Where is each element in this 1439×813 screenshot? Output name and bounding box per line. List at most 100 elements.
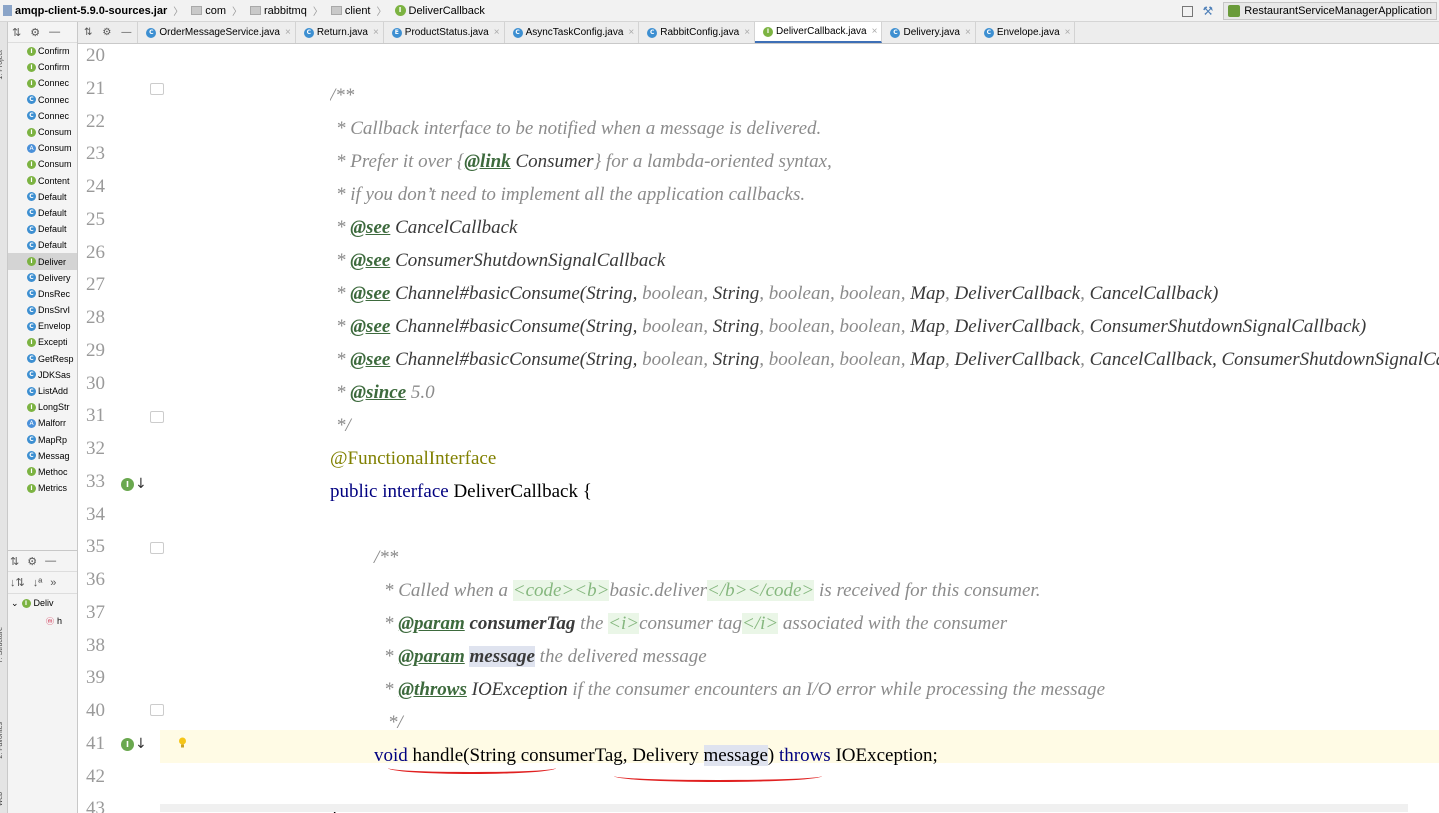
tab-envelope[interactable]: C Envelope.java × — [976, 22, 1076, 43]
code-line-22: * Callback interface to be notified when… — [336, 118, 822, 139]
breadcrumb-separator: 〉 — [312, 7, 323, 18]
tree-item[interactable]: A Malforr — [8, 415, 77, 431]
close-icon[interactable]: × — [285, 27, 291, 38]
tab-ordermessageservice[interactable]: C OrderMessageService.java × — [138, 22, 296, 43]
tree-item[interactable]: I Connec — [8, 75, 77, 91]
tool-window-stripe: 1: Project 7: Structure 2: Favorites Web — [0, 22, 8, 813]
tree-item[interactable]: C Connec — [8, 92, 77, 108]
annotation-underline — [614, 770, 822, 782]
tree-item[interactable]: I Consum — [8, 156, 77, 172]
split-icon[interactable]: ⇅ — [84, 27, 92, 38]
tab-return[interactable]: C Return.java × — [296, 22, 384, 43]
tree-item[interactable]: I Excepti — [8, 334, 77, 350]
toolbar-right: ⚒ RestaurantServiceManagerApplication — [1181, 2, 1437, 20]
interface-icon: I — [27, 127, 36, 137]
implemented-marker[interactable]: I ↓ — [121, 476, 147, 492]
line-number: 36 — [86, 569, 105, 590]
hammer-icon[interactable]: ⚒ — [1203, 4, 1214, 18]
tab-rabbitconfig[interactable]: C RabbitConfig.java × — [639, 22, 756, 43]
class-icon: C — [27, 321, 36, 331]
breadcrumb-separator: 〉 — [232, 7, 243, 18]
hide-icon[interactable]: — — [49, 26, 60, 38]
tab-delivery[interactable]: C Delivery.java × — [882, 22, 976, 43]
tree-item[interactable]: C GetResp — [8, 351, 77, 367]
code-line-27: * @see Channel#basicConsume(String, bool… — [336, 283, 1219, 304]
class-icon: C — [27, 240, 36, 250]
tree-item[interactable]: C DnsRec — [8, 286, 77, 302]
tree-item[interactable]: I LongStr — [8, 399, 77, 415]
structure-interface-node[interactable]: ⌄ I Deliv — [8, 594, 77, 612]
tree-item[interactable]: C MapRp — [8, 432, 77, 448]
close-icon[interactable]: × — [373, 27, 379, 38]
tab-delivercallback[interactable]: I DeliverCallback.java × — [755, 22, 883, 43]
breadcrumb-client[interactable]: client — [327, 5, 371, 17]
line-number: 37 — [86, 601, 105, 623]
tree-item[interactable]: C Connec — [8, 108, 77, 124]
close-icon[interactable]: × — [872, 26, 878, 37]
more-icon[interactable]: » — [50, 577, 56, 589]
tree-item[interactable]: C Default — [8, 189, 77, 205]
run-configuration-select[interactable]: RestaurantServiceManagerApplication — [1223, 2, 1437, 20]
tree-item[interactable]: C Messag — [8, 448, 77, 464]
gear-icon[interactable]: ⚙ — [27, 555, 37, 568]
tree-item[interactable]: C ListAdd — [8, 383, 77, 399]
implemented-marker[interactable]: I ↓ — [121, 736, 147, 752]
tree-item[interactable]: C Envelop — [8, 318, 77, 334]
interface-icon: I — [27, 337, 36, 347]
line-number: 25 — [86, 208, 105, 230]
tree-item[interactable]: I Confirm — [8, 43, 77, 59]
structure-method-node[interactable]: ⓜ h — [8, 612, 77, 630]
class-icon: C — [647, 27, 658, 38]
close-icon[interactable]: × — [494, 27, 500, 38]
interface-icon: I — [27, 78, 36, 88]
tree-item[interactable]: C DnsSrvI — [8, 302, 77, 318]
hide-icon[interactable]: — — [45, 555, 56, 567]
close-icon[interactable]: × — [965, 27, 971, 38]
tree-item[interactable]: C JDKSas — [8, 367, 77, 383]
horizontal-scrollbar[interactable] — [160, 804, 1408, 812]
interface-icon: I — [27, 62, 36, 72]
tree-item[interactable]: C Default — [8, 205, 77, 221]
arrow-down-icon: ↓ — [135, 476, 147, 492]
breadcrumb-delivercallback[interactable]: I DeliverCallback — [391, 5, 485, 17]
tree-item[interactable]: I Confirm — [8, 59, 77, 75]
hide-icon[interactable]: — — [121, 27, 131, 38]
tree-item[interactable]: C Delivery — [8, 270, 77, 286]
line-number: 39 — [86, 667, 105, 689]
code-editor[interactable]: /** * Callback interface to be notified … — [160, 44, 1439, 813]
breadcrumb-separator: 〉 — [376, 7, 387, 18]
code-line-21: /** — [330, 85, 355, 106]
folder-icon — [330, 6, 342, 15]
gear-icon[interactable]: ⚙ — [102, 27, 111, 38]
class-icon: C — [27, 208, 36, 218]
tree-item[interactable]: C Default — [8, 221, 77, 237]
project-structure-icon[interactable] — [1181, 5, 1193, 17]
breadcrumb-rabbitmq[interactable]: rabbitmq — [246, 5, 307, 17]
code-line-36: * Called when a <code><b>basic.deliver</… — [384, 580, 1041, 601]
close-icon[interactable]: × — [1065, 27, 1071, 38]
tab-asynctaskconfig[interactable]: C AsyncTaskConfig.java × — [505, 22, 640, 43]
close-icon[interactable]: × — [628, 27, 634, 38]
collapse-all-icon[interactable]: ⇅ — [12, 26, 21, 39]
breadcrumb-com[interactable]: com — [187, 5, 226, 17]
tree-item[interactable]: I Methoc — [8, 464, 77, 480]
collapse-all-icon[interactable]: ⇅ — [10, 555, 19, 568]
tab-productstatus[interactable]: E ProductStatus.java × — [384, 22, 505, 43]
tree-item[interactable]: I Content — [8, 173, 77, 189]
tab-settings[interactable]: ⇅ ⚙ — — [78, 22, 139, 43]
class-icon: C — [27, 386, 36, 396]
arrow-down-icon: ↓ — [135, 736, 147, 752]
close-icon[interactable]: × — [744, 27, 750, 38]
breadcrumb-jar[interactable]: amqp-client-5.9.0-sources.jar — [0, 5, 167, 17]
tree-item[interactable]: I Deliver — [8, 253, 77, 270]
tree-item[interactable]: A Consum — [8, 140, 77, 156]
gear-icon[interactable]: ⚙ — [30, 26, 40, 39]
tree-item[interactable]: I Consum — [8, 124, 77, 140]
line-number: 42 — [86, 765, 105, 787]
tree-item[interactable]: I Metrics — [8, 480, 77, 496]
sort-by-type-icon[interactable]: ↓⇅ — [10, 576, 25, 589]
interface-icon: I — [763, 26, 774, 37]
line-number: 28 — [86, 307, 105, 328]
sort-alphabetically-icon[interactable]: ↓ª — [33, 577, 43, 589]
tree-item[interactable]: C Default — [8, 237, 77, 253]
